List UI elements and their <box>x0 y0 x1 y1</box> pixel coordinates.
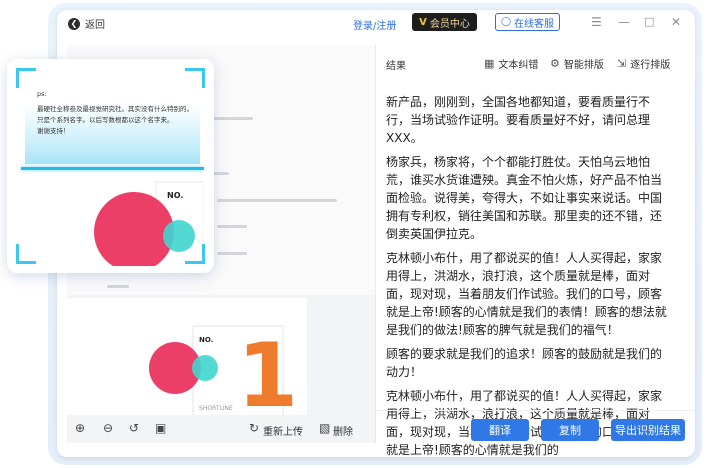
scan-corner <box>185 244 205 264</box>
text-correct-button[interactable]: ▦ 文本纠错 <box>484 56 538 71</box>
login-register-link[interactable]: 登录/注册 <box>353 17 396 32</box>
document-image: NO. SHORTLINE 1 <box>67 298 307 415</box>
headset-icon: ◯ <box>500 17 512 27</box>
smart-layout-button[interactable]: ⚙ 智能排版 <box>550 56 604 71</box>
reupload-label: 重新上传 <box>263 427 303 438</box>
online-service-button[interactable]: ◯ 在线客服 <box>495 13 560 31</box>
chevron-left-icon: ❮ <box>68 17 80 30</box>
line-layout-icon: ⇲ <box>617 57 627 70</box>
export-button[interactable]: 导出识别结果 <box>611 419 685 441</box>
online-service-label: 在线客服 <box>514 18 555 30</box>
result-text[interactable]: 新产品，刚刚到，全国各地都知道，要看质量行不行，当场试验作证明。要看质量好不好，… <box>386 93 668 457</box>
rotate-icon[interactable]: ↺ <box>129 421 139 435</box>
refresh-icon: ↻ <box>249 421 260 435</box>
brand-text: SHORTLINE <box>199 405 233 412</box>
vip-logo-icon: V <box>419 16 427 28</box>
vip-center-label: 会员中心 <box>429 18 470 30</box>
line-layout-button[interactable]: ⇲ 逐行排版 <box>617 56 670 71</box>
back-button[interactable]: ❮ 返回 <box>68 16 105 31</box>
back-label: 返回 <box>85 20 105 31</box>
title-bar: ❮ 返回 登录/注册 V 会员中心 ◯ 在线客服 ☰ — □ ✕ <box>57 10 695 38</box>
zoom-out-icon[interactable]: ⊖ <box>103 421 113 435</box>
result-paragraph: 新产品，刚刚到，全国各地都知道，要看质量行不行，当场试验作证明。要看质量好不好，… <box>386 95 651 145</box>
trash-icon: ▧ <box>319 421 331 435</box>
result-paragraph: 顾客的要求就是我们的追求！顾客的鼓励就是我们的动力！ <box>386 347 663 379</box>
scan-text-line: 谢谢支持！ <box>37 127 70 135</box>
minimize-icon[interactable]: — <box>618 15 630 29</box>
close-icon[interactable]: ✕ <box>671 15 681 29</box>
scan-corner <box>16 68 36 88</box>
smart-layout-label: 智能排版 <box>563 60 604 71</box>
fit-screen-icon[interactable]: ▣ <box>155 421 166 435</box>
delete-label: 删除 <box>333 427 353 438</box>
scan-text-icon: ▦ <box>484 57 495 70</box>
line-layout-label: 逐行排版 <box>630 60 671 71</box>
scan-text-line: 只是个系列名字。以后写数根都以这个名字来。 <box>37 116 174 124</box>
no-card-label: NO. <box>199 336 213 344</box>
scan-corner <box>185 68 205 88</box>
gear-icon: ⚙ <box>550 57 560 70</box>
left-toolbar: ⊕ ⊖ ↺ ▣ ↻ 重新上传 ▧ 删除 <box>67 415 375 443</box>
text-correct-label: 文本纠错 <box>498 60 539 71</box>
translate-button[interactable]: 翻译 <box>471 419 529 441</box>
big-number: 1 <box>237 324 298 415</box>
maximize-icon[interactable]: □ <box>644 15 654 28</box>
scan-preview-card: ps: 最硬社全称叁及最视觉研究社。其实没有什么特别的。 只是个系列名字。以后写… <box>7 59 214 273</box>
divider <box>376 410 695 411</box>
scan-text-line: ps: <box>37 90 47 98</box>
stage: ❮ 返回 登录/注册 V 会员中心 ◯ 在线客服 ☰ — □ ✕ NO. SHO… <box>0 0 706 468</box>
result-title: 结果 <box>386 61 406 72</box>
scan-image: NO. <box>94 181 204 266</box>
vip-center-button[interactable]: V 会员中心 <box>412 13 477 31</box>
scan-corner <box>16 244 36 264</box>
scan-line <box>21 167 204 170</box>
zoom-in-icon[interactable]: ⊕ <box>75 421 85 435</box>
result-paragraph: 克林顿小布什，用了都说买的值！人人买得起，家家用得上，洪湖水，浪打浪，这个质量就… <box>386 251 667 337</box>
menu-icon[interactable]: ☰ <box>591 15 602 29</box>
result-pane: 结果 ▦ 文本纠错 ⚙ 智能排版 ⇲ 逐行排版 新产品，刚刚到，全国各地都知道，… <box>376 45 695 457</box>
scan-no-label: NO. <box>167 191 183 200</box>
result-paragraph: 杨家兵，杨家将，个个都能打胜仗。天怕乌云地怕荒，谁买水货谁遭殃。真金不怕火炼，好… <box>386 155 663 241</box>
scan-text-line: 最硬社全称叁及最视觉研究社。其实没有什么特别的。 <box>37 105 193 113</box>
copy-button[interactable]: 复制 <box>541 419 599 441</box>
